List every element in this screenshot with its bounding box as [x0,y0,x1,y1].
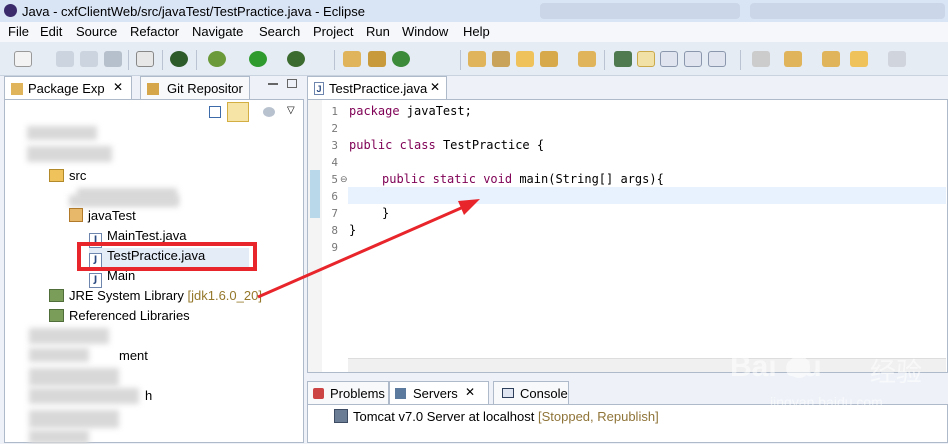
baidu-watermark: Bai du 经验 jingyan.baidu.com [730,350,945,420]
watermark-url: jingyan.baidu.com [770,394,883,410]
paw-icon [788,356,810,378]
watermark-cn: 经验 [870,357,923,387]
